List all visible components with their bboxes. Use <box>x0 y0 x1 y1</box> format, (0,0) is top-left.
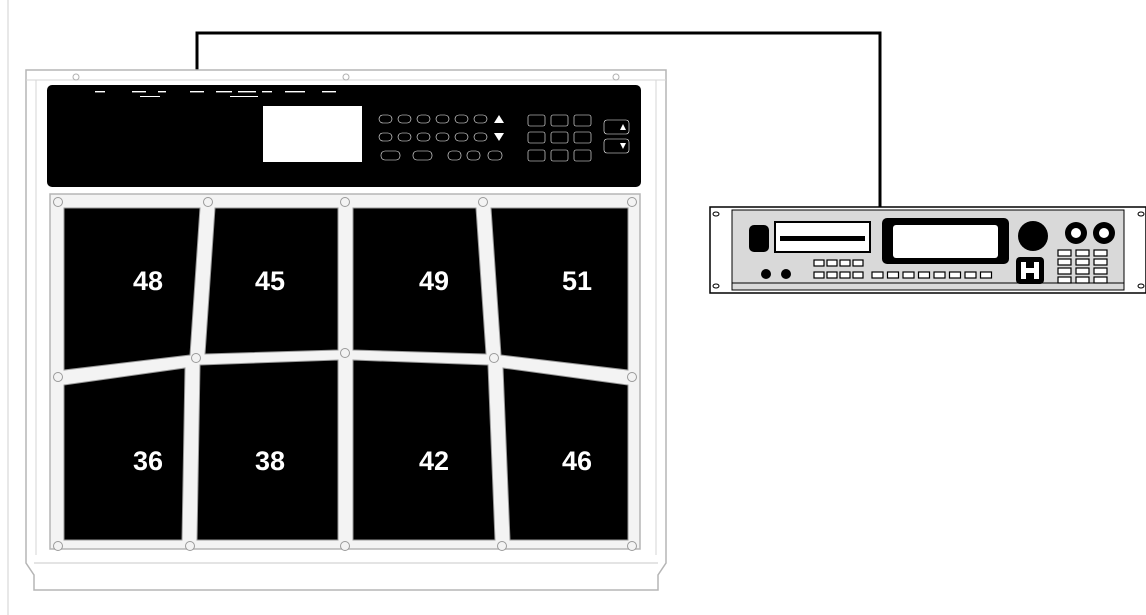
pad-bottom-1 <box>63 367 186 541</box>
rack-hole-icon <box>712 283 720 289</box>
module-button <box>1057 276 1072 284</box>
module-button <box>1093 258 1108 266</box>
bank-up-button <box>603 119 630 135</box>
module-button <box>1093 276 1108 284</box>
pad-note-label: 38 <box>255 446 285 476</box>
rack-sound-module <box>709 206 1146 294</box>
module-button <box>813 271 825 279</box>
module-button <box>852 259 864 267</box>
drum-pad-controller: 48 45 49 51 36 38 42 46 <box>25 69 667 591</box>
pad-note-label: 46 <box>562 446 592 476</box>
rack-hole-icon <box>712 211 720 217</box>
number-button <box>473 114 488 124</box>
knob-icon <box>761 269 771 279</box>
menu-button <box>573 131 592 144</box>
module-button <box>826 271 838 279</box>
screw-icon <box>53 197 63 207</box>
screw-icon <box>53 541 63 551</box>
screw-icon <box>340 197 350 207</box>
pad-area: 48 45 49 51 36 38 42 46 <box>49 193 641 551</box>
function-button <box>487 150 503 161</box>
screw-icon <box>340 348 350 358</box>
screw-icon <box>340 541 350 551</box>
screw-icon <box>53 372 63 382</box>
menu-button <box>550 114 569 127</box>
screw-icon <box>203 197 213 207</box>
number-button <box>416 114 431 124</box>
rack-hole-icon <box>1137 211 1145 217</box>
pad-note-label: 42 <box>419 446 449 476</box>
menu-button <box>550 131 569 144</box>
knob-icon <box>781 269 791 279</box>
function-button <box>447 150 462 161</box>
module-button <box>1093 249 1108 257</box>
pad-note-label: 49 <box>419 266 449 296</box>
module-button <box>1075 258 1090 266</box>
disk-slot <box>780 236 865 241</box>
number-button <box>378 114 393 124</box>
module-button <box>917 271 931 279</box>
module-button <box>1057 267 1072 275</box>
screw-icon <box>489 353 499 363</box>
module-button <box>948 271 962 279</box>
module-button <box>1075 267 1090 275</box>
screw-icon <box>627 197 637 207</box>
bank-down-button <box>603 138 630 154</box>
number-button <box>378 132 393 142</box>
screw-icon <box>185 541 195 551</box>
screw-icon <box>478 197 488 207</box>
number-button <box>473 132 488 142</box>
module-display <box>893 225 998 258</box>
connection-diagram: 48 45 49 51 36 38 42 46 <box>7 0 1146 615</box>
module-button <box>886 271 900 279</box>
module-button <box>839 271 851 279</box>
module-button <box>813 259 825 267</box>
number-button <box>435 114 450 124</box>
pad-note-label: 45 <box>255 266 285 296</box>
module-button <box>1057 258 1072 266</box>
module-button <box>1075 276 1090 284</box>
screw-icon <box>627 372 637 382</box>
menu-button <box>527 131 546 144</box>
module-button <box>964 271 977 279</box>
menu-button <box>573 149 592 162</box>
module-button <box>933 271 946 279</box>
number-button <box>454 132 469 142</box>
menu-button <box>573 114 592 127</box>
module-button <box>1093 267 1108 275</box>
screw-icon <box>497 541 507 551</box>
function-button <box>380 150 401 161</box>
number-button <box>397 114 412 124</box>
data-wheel-icon <box>1018 221 1048 251</box>
module-button <box>839 259 851 267</box>
module-button <box>852 271 864 279</box>
number-button <box>454 114 469 124</box>
screw-icon <box>627 541 637 551</box>
screw-icon <box>191 353 201 363</box>
function-button <box>412 150 433 161</box>
menu-button <box>527 149 546 162</box>
pad-note-label: 48 <box>133 266 163 296</box>
module-button <box>826 259 838 267</box>
pad-note-label: 51 <box>562 266 592 296</box>
module-button <box>1075 249 1090 257</box>
pad-top-4 <box>490 207 629 371</box>
rack-hole-icon <box>1137 283 1145 289</box>
module-button <box>902 271 915 279</box>
module-button <box>871 271 884 279</box>
number-button <box>397 132 412 142</box>
number-button <box>435 132 450 142</box>
number-button <box>416 132 431 142</box>
pad-note-label: 36 <box>133 446 163 476</box>
module-button <box>1057 249 1072 257</box>
menu-button <box>550 149 569 162</box>
function-button <box>466 150 481 161</box>
module-button <box>979 271 993 279</box>
lcd-screen <box>263 106 362 162</box>
menu-button <box>527 114 546 127</box>
control-panel <box>47 85 641 187</box>
power-switch <box>749 225 769 252</box>
